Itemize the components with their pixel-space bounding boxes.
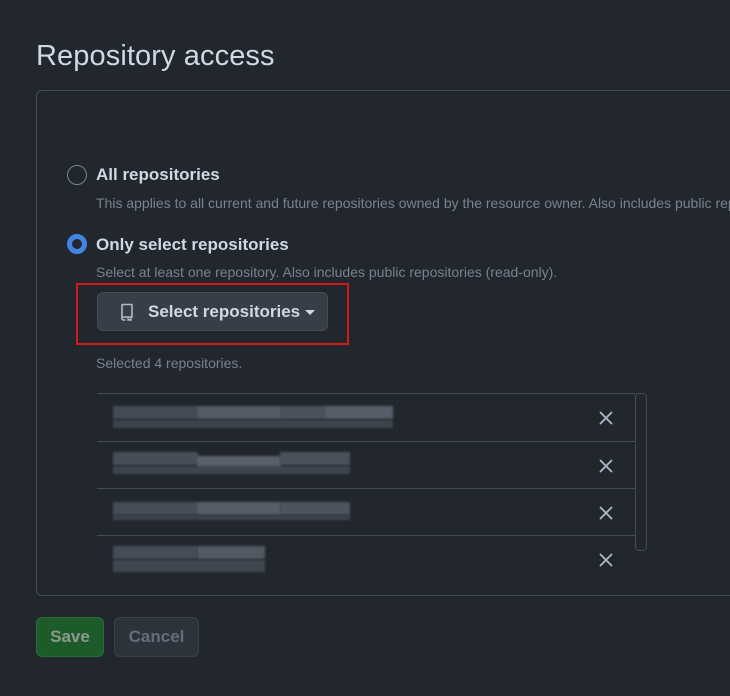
only-select-repositories-description: Select at least one repository. Also inc… — [96, 264, 558, 280]
remove-repository-x-icon[interactable] — [597, 409, 615, 427]
only-select-repositories-label[interactable]: Only select repositories — [96, 235, 289, 255]
remove-repository-x-icon[interactable] — [597, 457, 615, 475]
remove-repository-x-icon[interactable] — [597, 504, 615, 522]
highlight-annotation-box — [76, 283, 349, 345]
repository-row — [97, 488, 635, 535]
repository-row — [97, 393, 635, 440]
selected-count-text: Selected 4 repositories. — [96, 355, 243, 371]
all-repositories-description: This applies to all current and future r… — [96, 195, 730, 211]
remove-repository-x-icon[interactable] — [597, 551, 615, 569]
save-button[interactable]: Save — [36, 617, 104, 657]
repository-row — [97, 535, 635, 582]
repository-row — [97, 441, 635, 488]
selected-repository-list — [97, 393, 635, 583]
all-repositories-label[interactable]: All repositories — [96, 165, 220, 185]
all-repositories-radio[interactable] — [67, 165, 87, 185]
cancel-button[interactable]: Cancel — [114, 617, 199, 657]
scrollbar-thumb[interactable] — [639, 397, 643, 547]
repository-list-scrollbar[interactable] — [635, 393, 647, 551]
only-select-repositories-radio[interactable] — [67, 234, 87, 254]
repository-access-page: Repository access All repositories This … — [0, 0, 730, 696]
page-title: Repository access — [36, 40, 275, 72]
